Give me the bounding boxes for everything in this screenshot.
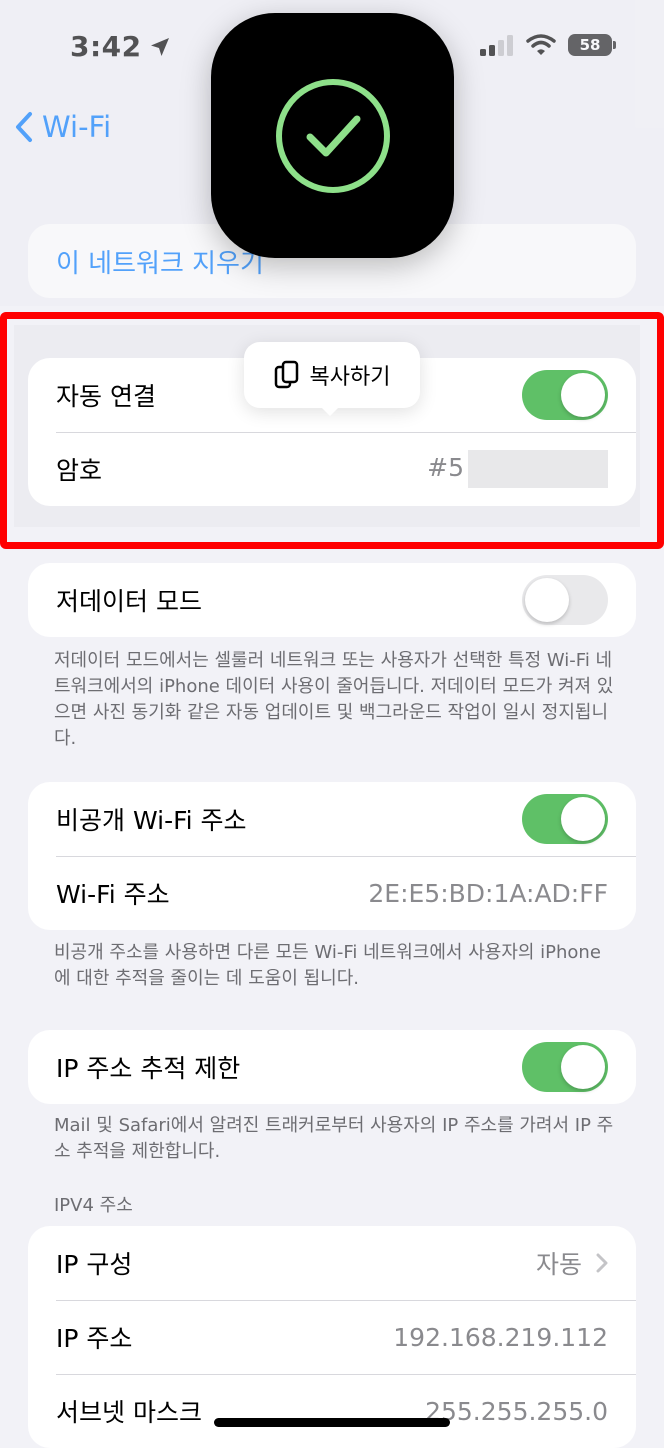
ip-config-row[interactable]: IP 구성 자동 xyxy=(28,1226,636,1300)
toggle-knob xyxy=(561,1045,605,1089)
location-arrow-icon xyxy=(150,37,169,56)
password-value: #5 xyxy=(427,453,464,482)
ip-address-value: 192.168.219.112 xyxy=(393,1322,608,1352)
ip-config-value: 자동 xyxy=(535,1250,582,1279)
toggle-knob xyxy=(561,797,605,841)
ip-tracking-label: IP 주소 추적 제한 xyxy=(56,1054,241,1083)
status-indicators: 58 xyxy=(480,34,616,56)
private-address-footer: 비공개 주소를 사용하면 다른 모든 Wi-Fi 네트워크에서 사용자의 iPh… xyxy=(54,942,601,989)
subnet-label: 서브넷 마스크 xyxy=(56,1398,202,1427)
ip-address-row: IP 주소 192.168.219.112 xyxy=(28,1300,636,1374)
ip-config-label: IP 구성 xyxy=(56,1250,133,1279)
wifi-address-value: 2E:E5:BD:1A:AD:FF xyxy=(368,878,608,908)
forget-network-label: 이 네트워크 지우기 xyxy=(56,248,264,279)
chevron-left-icon xyxy=(16,112,32,142)
ip-tracking-card: IP 주소 추적 제한 xyxy=(28,1030,636,1104)
back-label: Wi-Fi xyxy=(42,110,112,144)
wifi-icon xyxy=(526,34,556,55)
battery-level: 58 xyxy=(579,36,601,54)
password-row[interactable]: 암호 #5 xyxy=(28,432,636,506)
time-label: 3:42 xyxy=(70,30,142,63)
status-time: 3:42 xyxy=(70,30,172,63)
copy-popover[interactable]: 복사하기 xyxy=(244,342,420,408)
toggle-knob xyxy=(561,373,605,417)
ip-tracking-footer: Mail 및 Safari에서 알려진 트래커로부터 사용자의 IP 주소를 가… xyxy=(54,1115,614,1162)
checkmark-icon xyxy=(275,78,390,193)
ip-tracking-toggle[interactable] xyxy=(522,1042,608,1092)
ip-address-label: IP 주소 xyxy=(56,1324,133,1353)
low-data-row: 저데이터 모드 xyxy=(28,563,636,637)
low-data-footer: 저데이터 모드에서는 셀룰러 네트워크 또는 사용자가 선택한 특정 Wi-Fi… xyxy=(54,650,614,749)
ipv4-card: IP 구성 자동 IP 주소 192.168.219.112 서브넷 마스크 2… xyxy=(28,1226,636,1448)
auto-join-toggle[interactable] xyxy=(522,370,608,420)
wifi-address-row: Wi-Fi 주소 2E:E5:BD:1A:AD:FF xyxy=(28,856,636,930)
copy-icon xyxy=(274,360,298,389)
toggle-knob xyxy=(525,578,569,622)
auto-join-label: 자동 연결 xyxy=(56,382,156,411)
password-value-wrap: #5 xyxy=(427,450,608,488)
low-data-card: 저데이터 모드 xyxy=(28,563,636,637)
subnet-row: 서브넷 마스크 255.255.255.0 xyxy=(28,1374,636,1448)
password-label: 암호 xyxy=(56,456,103,485)
password-mask xyxy=(468,450,608,488)
popover-tail xyxy=(318,404,342,416)
private-address-label: 비공개 Wi-Fi 주소 xyxy=(56,806,247,835)
signal-icon xyxy=(480,35,513,56)
chevron-right-icon xyxy=(596,1253,608,1273)
low-data-label: 저데이터 모드 xyxy=(56,587,202,616)
wifi-address-label: Wi-Fi 주소 xyxy=(56,880,170,909)
home-indicator[interactable] xyxy=(214,1418,450,1427)
subnet-value: 255.255.255.0 xyxy=(425,1396,608,1426)
ipv4-header: IPV4 주소 xyxy=(54,1195,133,1216)
low-data-toggle[interactable] xyxy=(522,575,608,625)
ip-tracking-row: IP 주소 추적 제한 xyxy=(28,1030,636,1104)
private-address-row: 비공개 Wi-Fi 주소 xyxy=(28,782,636,856)
copied-hud xyxy=(211,13,454,258)
private-address-toggle[interactable] xyxy=(522,794,608,844)
private-address-card: 비공개 Wi-Fi 주소 Wi-Fi 주소 2E:E5:BD:1A:AD:FF xyxy=(28,782,636,930)
back-button[interactable]: Wi-Fi xyxy=(14,110,111,144)
battery-icon: 58 xyxy=(568,34,616,56)
ip-config-value-wrap: 자동 xyxy=(536,1245,608,1281)
copy-label: 복사하기 xyxy=(309,365,391,390)
